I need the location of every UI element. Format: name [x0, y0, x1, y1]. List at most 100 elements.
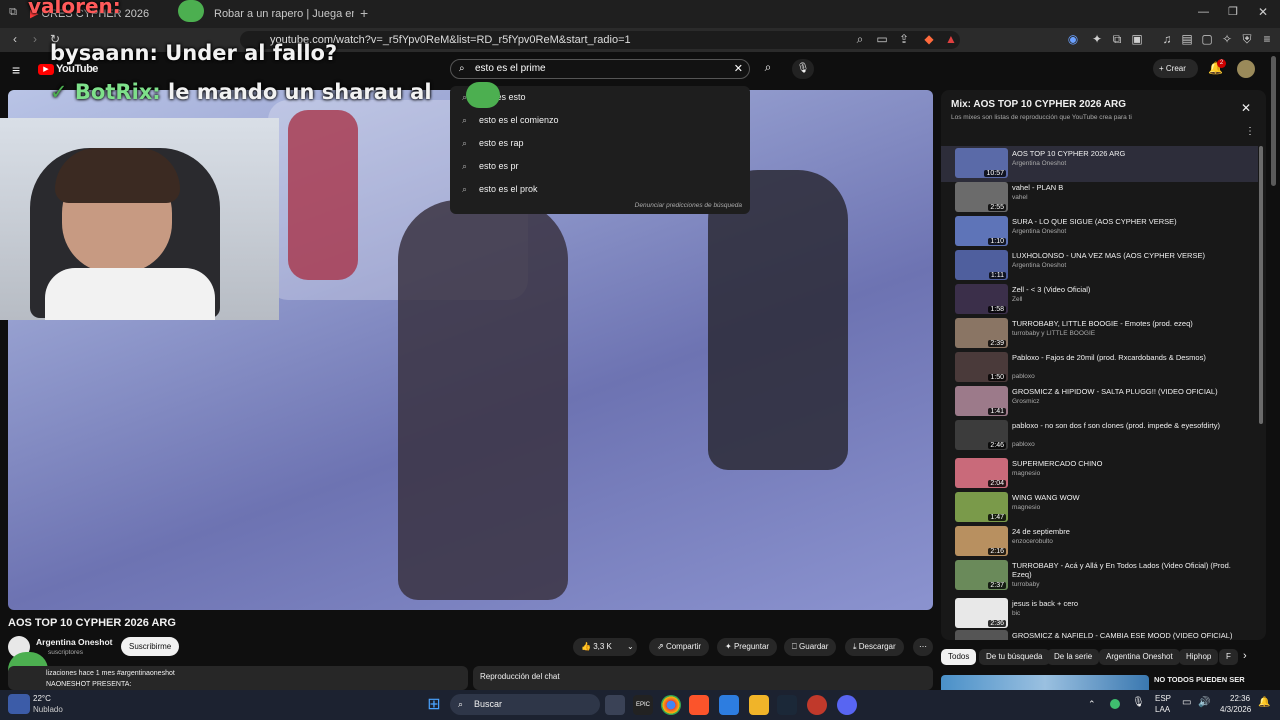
rewards-icon[interactable]: ▲	[944, 32, 958, 46]
playlist-item-channel: turrobaby y LITTLE BOOGIE	[1012, 330, 1096, 337]
filter-chip[interactable]: Argentina Oneshot	[1099, 649, 1180, 665]
steam-icon[interactable]	[777, 695, 797, 715]
filter-chip[interactable]: F	[1219, 649, 1238, 665]
menu-icon[interactable]: ≡	[1260, 32, 1274, 46]
filter-chip[interactable]: Todos	[941, 649, 977, 665]
playlist-item[interactable]: 2:37 TURROBABY - Acá y Allá y En Todos La…	[953, 560, 1258, 594]
chat-replay-box[interactable]: Reproducción del chat	[473, 666, 933, 690]
brave-shield-icon[interactable]: ◆	[922, 32, 936, 46]
next-video-thumbnail[interactable]	[941, 675, 1149, 690]
new-tab-button[interactable]: +	[360, 5, 368, 21]
tab-actions-icon[interactable]: ⧉	[6, 6, 20, 20]
forward-icon[interactable]: ›	[28, 32, 42, 46]
playlist-item[interactable]: 1:58 Zell - < 3 (Video Oficial) Zell	[953, 284, 1258, 318]
voice-search-icon[interactable]: 🎙	[792, 59, 814, 79]
clock-time[interactable]: 22:36	[1230, 694, 1250, 703]
taskbar-search[interactable]: ⌕ Buscar	[450, 694, 600, 715]
filter-chip[interactable]: Hiphop	[1179, 649, 1219, 665]
zoom-icon[interactable]: ⌕	[853, 32, 867, 46]
create-button[interactable]: + Crear	[1153, 59, 1198, 78]
playlist-item[interactable]: 2:55 vahel - PLAN B vahel	[953, 182, 1258, 216]
sidebar-icon[interactable]: ▣	[1130, 32, 1144, 46]
playlist-item[interactable]: 2:36 jesus is back + cero bic	[953, 598, 1258, 632]
weather-icon[interactable]	[8, 694, 30, 714]
volume-icon[interactable]: 🔊	[1198, 697, 1210, 708]
ask-button[interactable]: ✦ Preguntar	[717, 638, 778, 656]
playlist-item[interactable]: 2:04 SUPERMERCADO CHINO magnesio	[953, 458, 1258, 492]
filter-chip[interactable]: De tu búsqueda	[979, 649, 1050, 665]
avatar[interactable]	[1237, 60, 1255, 78]
playlist-item[interactable]: 1:41 GROSMICZ & HIPIDOW - SALTA PLUGG!! (…	[953, 386, 1258, 420]
playlist-item[interactable]: 2:16 24 de septiembre enzocerobulto	[953, 526, 1258, 560]
playlist-scrollbar[interactable]	[1259, 146, 1263, 424]
minimize-button[interactable]: —	[1198, 6, 1209, 18]
playlist-item-title: 24 de septiembre	[1012, 527, 1070, 536]
hamburger-menu-icon[interactable]: ≡	[12, 62, 20, 78]
start-icon[interactable]: ⊞	[424, 695, 444, 715]
network-icon[interactable]: ▭	[1182, 697, 1191, 708]
music-icon[interactable]: ♫	[1160, 32, 1174, 46]
mic-icon[interactable]: 🎙	[1132, 697, 1145, 708]
dislike-button[interactable]: ⌄	[619, 638, 643, 656]
discord-icon[interactable]	[837, 695, 857, 715]
report-predictions-link[interactable]: Denunciar predicciones de búsqueda	[635, 202, 742, 209]
next-video-title[interactable]: NO TODOS PUEDEN SER	[1154, 675, 1245, 684]
filter-chip[interactable]: De la serie	[1047, 649, 1100, 665]
share-button[interactable]: ⇗ Compartir	[649, 638, 710, 656]
playlist-item[interactable]: 1:47 WING WANG WOW magnesio	[953, 492, 1258, 526]
search-icon: ⌕	[462, 184, 468, 194]
playlist-item[interactable]: GROSMICZ & NAFIELD - CAMBIA ESE MOOD (VI…	[953, 630, 1258, 640]
back-icon[interactable]: ‹	[8, 32, 22, 46]
playlist-item-channel: pabloxo	[1012, 441, 1035, 448]
notification-center-icon[interactable]: 🔔	[1258, 697, 1270, 708]
task-view-icon[interactable]	[605, 695, 625, 715]
chips-next-icon[interactable]: ›	[1243, 650, 1247, 662]
search-input[interactable]: ⌕ esto es el prime ✕	[450, 59, 750, 79]
playlist-menu-icon[interactable]: ⋮	[1245, 126, 1255, 137]
brave-icon[interactable]	[689, 695, 709, 715]
suggestion-item[interactable]: ⌕ esto es el prok	[450, 178, 750, 201]
download-button[interactable]: ⤓ Descargar	[845, 638, 904, 656]
playlist-item[interactable]: 2:39 TURROBABY, LITTLE BOOGIE - Emotes (p…	[953, 318, 1258, 352]
search-button[interactable]: ⌕	[758, 60, 778, 78]
save-button[interactable]: ⎕ Guardar	[784, 638, 837, 656]
language-indicator[interactable]: ESP	[1155, 694, 1171, 703]
channel-name[interactable]: Argentina Oneshot	[36, 637, 113, 647]
url-bar[interactable]: youtube.com/watch?v=_r5fYpv0ReM&list=RD_…	[240, 31, 960, 49]
tray-expand-icon[interactable]: ⌃	[1088, 699, 1096, 710]
suggestion-item[interactable]: ⌕ esto es rap	[450, 132, 750, 155]
chrome-icon[interactable]	[661, 695, 681, 715]
share-icon[interactable]: ⇪	[897, 32, 911, 46]
cast-icon[interactable]: ▭	[875, 32, 889, 46]
playlist-item[interactable]: 1:50 Pabloxo - Fajos de 20mil (prod. Rxca…	[953, 352, 1258, 386]
tray-status-icon[interactable]	[1110, 699, 1120, 709]
epic-games-icon[interactable]: EPIC	[633, 695, 653, 715]
close-playlist-icon[interactable]: ✕	[1241, 101, 1251, 115]
page-scrollbar[interactable]	[1271, 56, 1276, 186]
app-icon[interactable]	[807, 695, 827, 715]
file-explorer-icon[interactable]	[749, 695, 769, 715]
playlist-item[interactable]: 1:11 LUXHOLONSO - UNA VEZ MAS (AOS CYPHER…	[953, 250, 1258, 284]
more-actions-button[interactable]: ⋯	[913, 638, 933, 656]
clock-date[interactable]: 4/3/2026	[1220, 705, 1251, 714]
extension-icon[interactable]: ✦	[1090, 32, 1104, 46]
subscribe-button[interactable]: Suscribirme	[121, 637, 180, 656]
audio-icon[interactable]: ◉	[1066, 32, 1080, 46]
panel-icon[interactable]: ▤	[1180, 32, 1194, 46]
extensions-icon[interactable]: ⧉	[1110, 32, 1124, 46]
playlist-item[interactable]: 2:46 pabloxo - no son dos f son clones (p…	[953, 420, 1258, 454]
playlist-item-thumbnail: 1:11	[955, 250, 1008, 280]
ai-icon[interactable]: ✧	[1220, 32, 1234, 46]
description-box[interactable]: lizaciones hace 1 mes #argentinaoneshot …	[8, 666, 468, 690]
playlist-item[interactable]: 10:57 AOS TOP 10 CYPHER 2026 ARG Argentina…	[953, 148, 1258, 182]
suggestion-item[interactable]: ⌕ esto es pr	[450, 155, 750, 178]
suggestion-item[interactable]: ⌕ esto es el comienzo	[450, 109, 750, 132]
maximize-button[interactable]: ❐	[1228, 5, 1238, 18]
close-window-button[interactable]: ✕	[1258, 5, 1268, 19]
clear-search-icon[interactable]: ✕	[734, 60, 743, 78]
wallet-icon[interactable]: ▢	[1200, 32, 1214, 46]
store-icon[interactable]	[719, 695, 739, 715]
playlist-item[interactable]: 1:10 SURA - LO QUE SIGUE (AOS CYPHER VERS…	[953, 216, 1258, 250]
vpn-icon[interactable]: ⛨	[1240, 32, 1254, 46]
tab-roblox[interactable]: Robar a un rapero | Juega en Roblox	[214, 4, 354, 26]
